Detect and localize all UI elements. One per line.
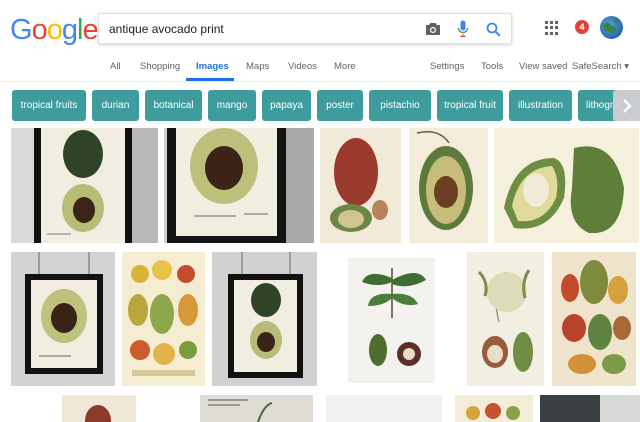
chips-next-button[interactable] <box>613 90 640 121</box>
image-result[interactable] <box>164 128 314 243</box>
image-result[interactable] <box>467 252 544 386</box>
camera-icon[interactable] <box>423 19 443 39</box>
image-result[interactable] <box>494 128 639 243</box>
chip[interactable]: tropical fruit <box>437 90 503 121</box>
image-result[interactable] <box>11 128 158 243</box>
search-input[interactable]: antique avocado print <box>98 13 512 44</box>
view-saved-link[interactable]: View saved <box>519 61 567 72</box>
google-logo[interactable]: Google <box>10 14 99 47</box>
tab-shopping[interactable]: Shopping <box>140 61 180 72</box>
image-result[interactable] <box>540 395 640 422</box>
tab-videos[interactable]: Videos <box>288 61 317 72</box>
image-result[interactable] <box>552 252 636 386</box>
tab-maps[interactable]: Maps <box>246 61 269 72</box>
tab-more[interactable]: More <box>334 61 356 72</box>
logo-letter: g <box>61 14 78 46</box>
chip[interactable]: pistachio <box>369 90 431 121</box>
image-result[interactable] <box>326 395 442 422</box>
image-result[interactable] <box>200 395 313 422</box>
tools-link[interactable]: Tools <box>481 61 503 72</box>
chevron-right-icon <box>622 98 632 113</box>
image-result[interactable] <box>409 128 488 243</box>
search-icon[interactable] <box>483 19 503 39</box>
image-result[interactable] <box>455 395 533 422</box>
logo-letter: e <box>82 14 98 46</box>
avatar[interactable] <box>600 16 623 39</box>
search-query-text[interactable]: antique avocado print <box>109 22 224 36</box>
tab-images[interactable]: Images <box>196 61 229 72</box>
safesearch-toggle[interactable]: SafeSearch ▾ <box>572 61 629 72</box>
image-result[interactable] <box>320 128 401 243</box>
tab-all[interactable]: All <box>110 61 121 72</box>
logo-letter: o <box>31 14 48 46</box>
chip[interactable]: papaya <box>262 90 311 121</box>
image-result[interactable] <box>62 395 136 422</box>
image-result[interactable] <box>122 252 205 386</box>
notification-badge[interactable]: 4 <box>575 20 589 34</box>
apps-grid-icon[interactable] <box>545 21 559 35</box>
search-type-nav: All Shopping Images Maps Videos More Set… <box>0 56 640 82</box>
related-search-chips: tropical fruits durian botanical mango p… <box>0 90 640 122</box>
microphone-icon[interactable] <box>453 19 473 39</box>
chip[interactable]: illustration <box>509 90 572 121</box>
logo-letter: o <box>46 14 63 46</box>
chip[interactable]: poster <box>317 90 363 121</box>
chip[interactable]: botanical <box>145 90 202 121</box>
chip[interactable]: mango <box>208 90 256 121</box>
settings-link[interactable]: Settings <box>430 61 464 72</box>
logo-letter: G <box>10 14 33 46</box>
image-result[interactable] <box>348 258 435 383</box>
active-tab-indicator <box>186 78 234 81</box>
image-result[interactable] <box>212 252 317 386</box>
chip[interactable]: durian <box>92 90 139 121</box>
image-result[interactable] <box>11 252 115 386</box>
chip[interactable]: tropical fruits <box>12 90 86 121</box>
